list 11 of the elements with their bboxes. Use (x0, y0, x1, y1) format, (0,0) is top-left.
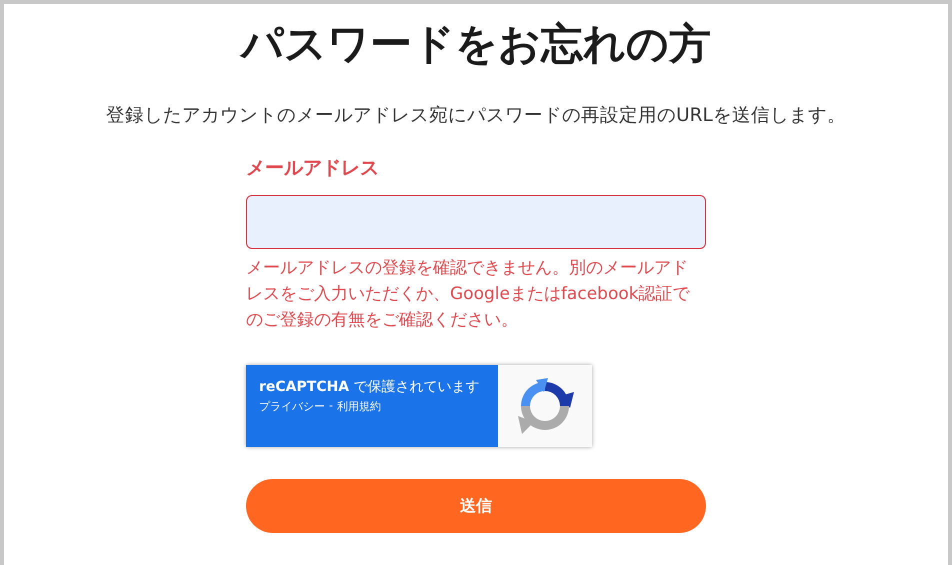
field-label: メールアドレス (246, 156, 379, 181)
recaptcha-logo-icon (516, 376, 574, 436)
email-input-field[interactable] (246, 195, 706, 249)
page-title: パスワードをお忘れの方 (241, 18, 711, 70)
privacy-link[interactable]: プライバシー (259, 399, 325, 414)
error-message: メールアドレスの登録を確認できません。別のメールアドレスをご入力いただくか、Googleまたはfacebook認証でのご登録の有無をご確認ください。 (246, 257, 691, 332)
recaptcha-text: reCAPTCHA で保護されています (259, 378, 481, 397)
terms-link[interactable]: 利用規約 (336, 399, 381, 414)
description-text: 登録したアカウントのメールアドレス宛にパスワードの再設定用のURLを送信します。 (106, 104, 846, 127)
link-separator: - (329, 399, 333, 414)
submit-button[interactable]: 送信 (246, 479, 706, 533)
